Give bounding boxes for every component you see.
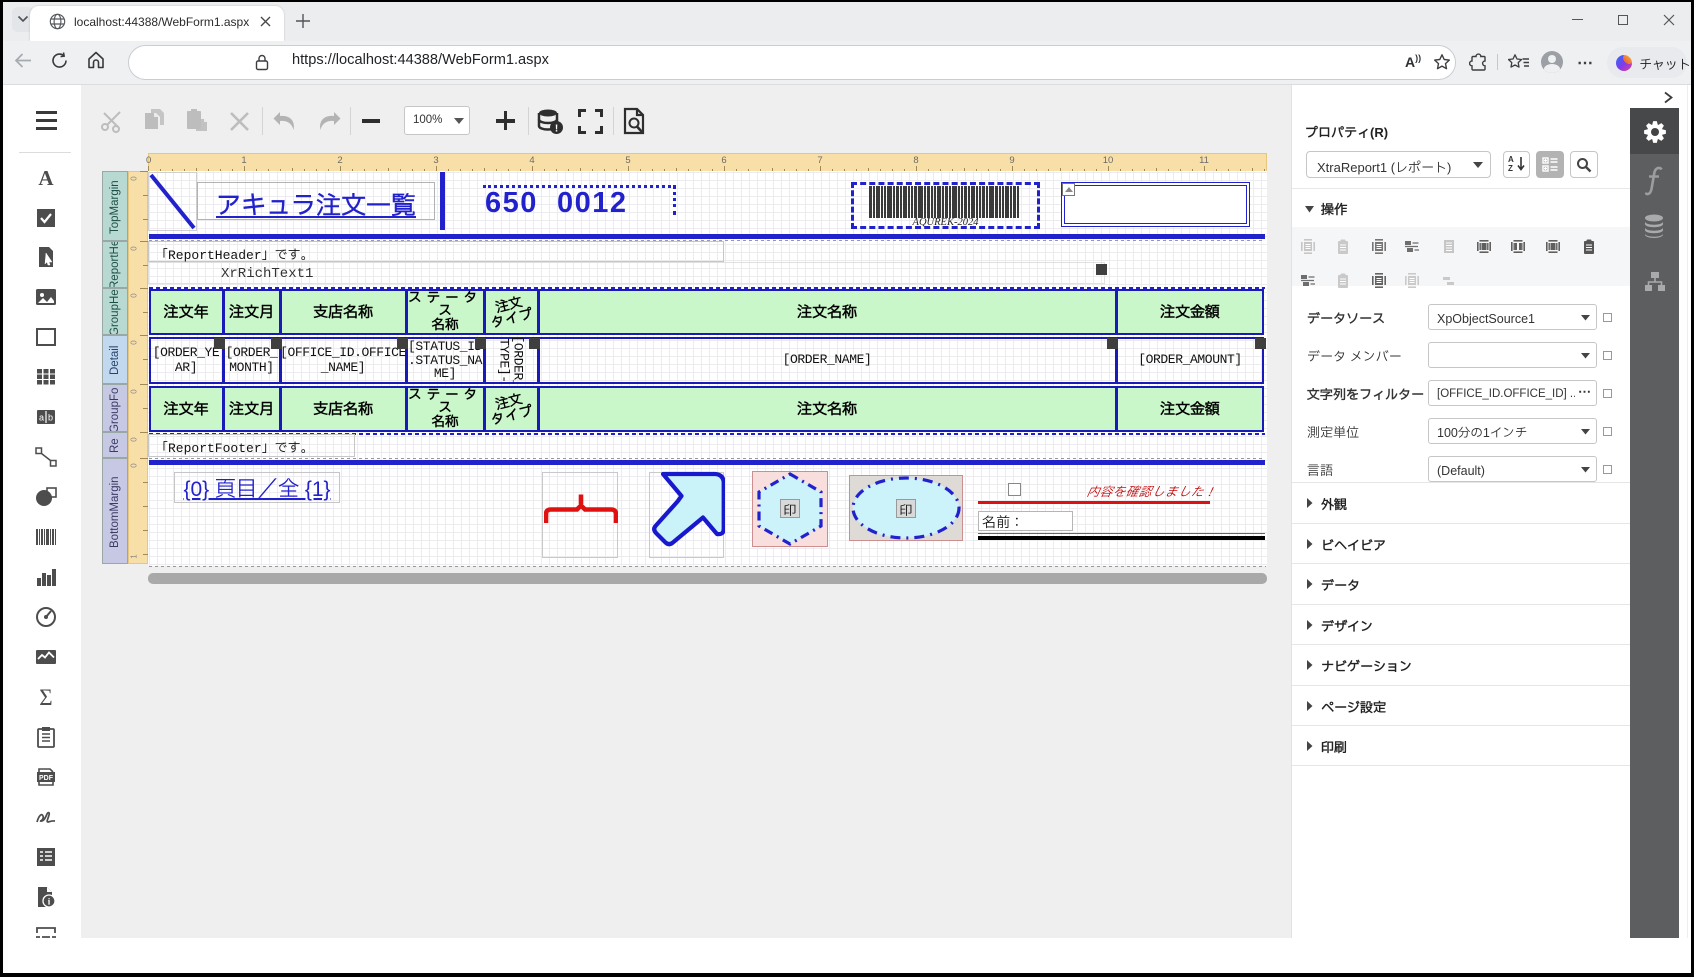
svg-text:a: a [39,413,44,423]
svg-text:PDF: PDF [39,775,54,782]
svg-text:Σ: Σ [39,685,52,709]
svg-text:A: A [38,166,54,190]
svg-text:b: b [48,413,53,423]
svg-text:!: ! [555,124,558,135]
